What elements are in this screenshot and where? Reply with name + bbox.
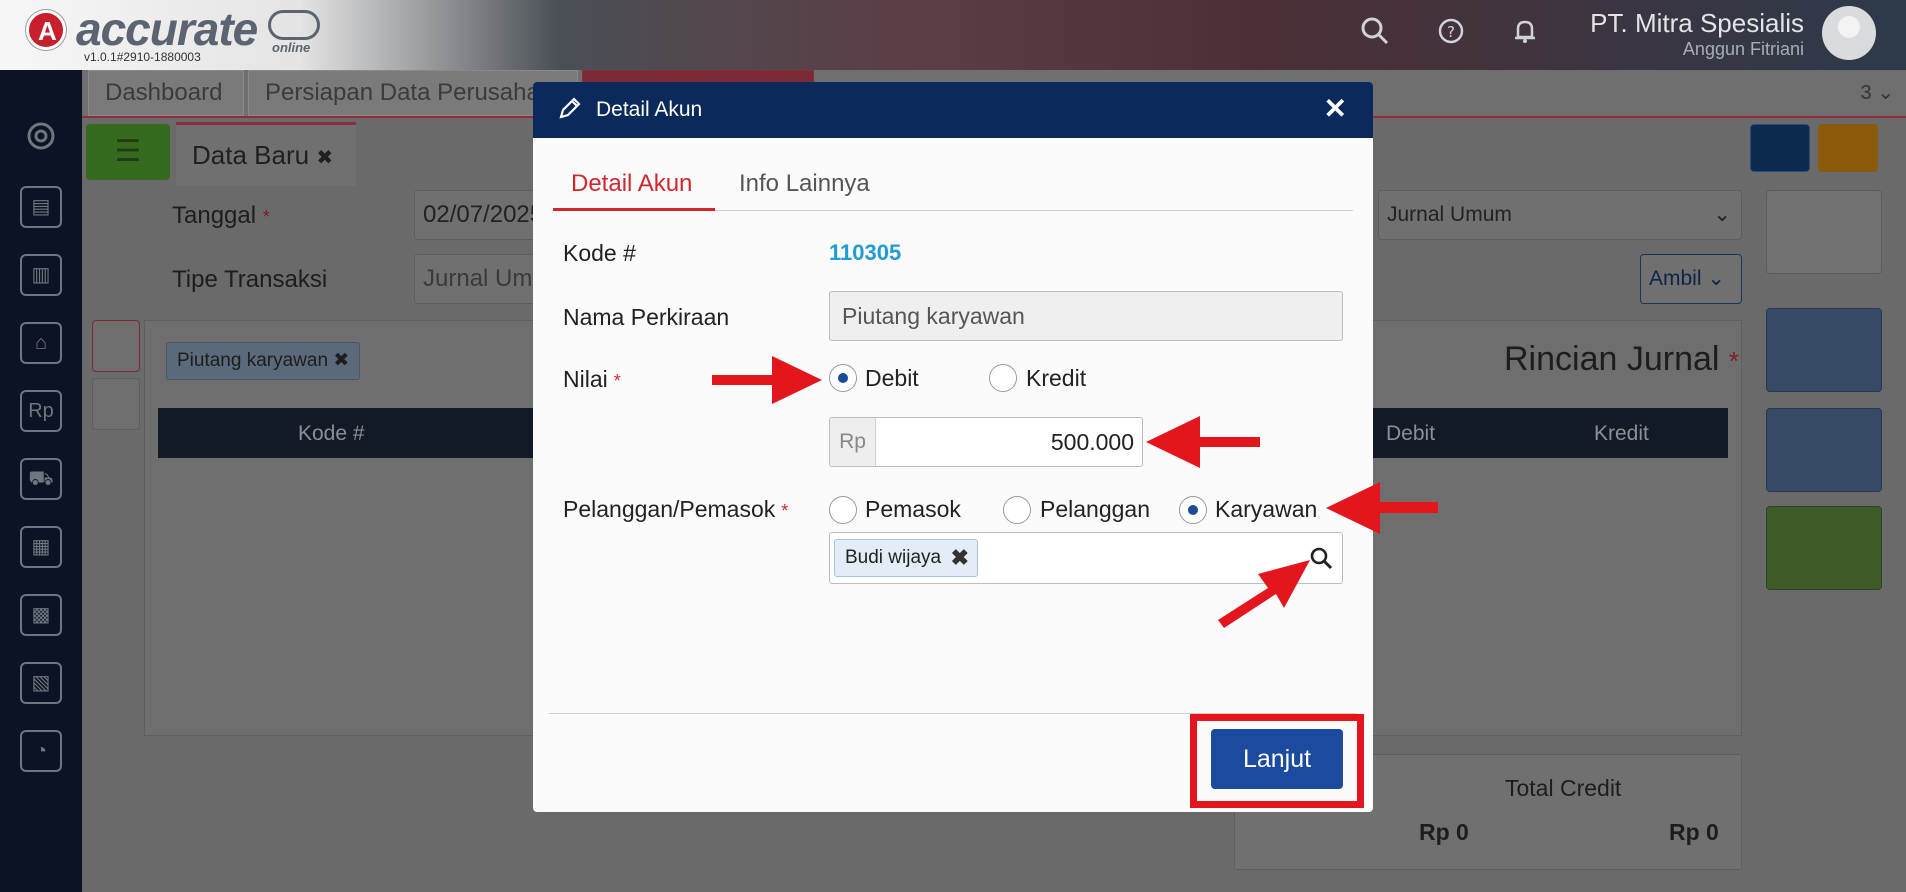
nilai-label: Nilai * [563, 366, 621, 392]
karyawan-search-field[interactable]: Budi wijaya ✖ [829, 532, 1343, 584]
total-debit-value: Rp 0 [1419, 819, 1469, 845]
attachment-button[interactable] [1766, 408, 1882, 492]
radio-debit[interactable] [829, 364, 857, 392]
settings-button[interactable] [1750, 124, 1810, 172]
amount-value[interactable]: 500.000 [1051, 418, 1134, 466]
nama-perkiraan-input[interactable]: Piutang karyawan [829, 291, 1343, 341]
tanggal-label: Tanggal * [172, 202, 270, 229]
bell-icon[interactable] [1508, 16, 1542, 50]
logo-subtitle: online [272, 40, 311, 55]
lanjut-highlight-box [1190, 714, 1364, 808]
bank-icon[interactable]: ⌂ [20, 322, 62, 364]
cloud-icon [268, 10, 320, 40]
tab-info-lainnya[interactable]: Info Lainnya [739, 170, 870, 198]
amount-field[interactable]: Rp 500.000 [829, 417, 1143, 467]
avatar[interactable] [1822, 6, 1876, 60]
more-options-button[interactable] [1766, 506, 1882, 590]
rincian-jurnal-title: Rincian Jurnal * [1504, 340, 1740, 378]
radio-debit-label: Debit [865, 365, 919, 391]
modal-header: Detail Akun ✕ [533, 82, 1373, 138]
radio-pemasok-label: Pemasok [865, 496, 961, 522]
nama-perkiraan-label: Nama Perkiraan [563, 304, 730, 330]
gear-icon[interactable] [20, 116, 62, 158]
help-icon[interactable]: ? [1434, 16, 1468, 50]
book-icon[interactable]: ▥ [20, 254, 62, 296]
document-tab-icon[interactable] [92, 320, 140, 372]
pencil-icon [557, 95, 583, 128]
tab-count[interactable]: 3 ⌄ [1861, 80, 1894, 105]
active-tab-indicator [553, 208, 715, 211]
company-name: PT. Mitra Spesialis [1590, 8, 1804, 38]
tab-persiapan-data[interactable]: Persiapan Data Perusahaan [248, 70, 578, 116]
version-text: v1.0.1#2910-1880003 [84, 50, 201, 64]
cart-icon[interactable]: ⛟ [20, 458, 62, 500]
currency-prefix: Rp [830, 418, 876, 466]
money-bag-icon[interactable]: Rp [20, 390, 62, 432]
column-kredit: Kredit [1594, 422, 1649, 445]
detail-akun-modal: Detail Akun ✕ Detail Akun Info Lainnya K… [533, 82, 1373, 812]
close-icon[interactable]: ✕ [1324, 92, 1347, 125]
account-tag: Piutang karyawan ✖ [166, 342, 361, 380]
column-kode: Kode # [298, 422, 365, 445]
tab-data-baru[interactable]: Data Baru ✖ [176, 122, 356, 186]
radio-kredit-label: Kredit [1026, 365, 1087, 391]
total-credit-label: Total Credit [1505, 775, 1622, 801]
pelanggan-pemasok-label: Pelanggan/Pemasok * [563, 496, 789, 522]
save-button[interactable] [1766, 190, 1882, 274]
kode-label: Kode # [563, 240, 636, 266]
info-tab-icon[interactable] [92, 378, 140, 430]
building-icon[interactable]: ▤ [20, 186, 62, 228]
report-icon[interactable]: ◔ [20, 730, 62, 772]
radio-karyawan[interactable] [1179, 496, 1207, 524]
list-icon[interactable]: ☰ [86, 124, 170, 180]
tab-detail-akun[interactable]: Detail Akun [571, 170, 692, 198]
sidebar: ▤ ▥ ⌂ Rp ⛟ ▦ ▩ ▧ ◔ [0, 70, 82, 892]
selected-karyawan-chip: Budi wijaya ✖ [834, 539, 979, 577]
tipe-transaksi-input[interactable]: Jurnal Umum [414, 254, 544, 304]
radio-kredit[interactable] [989, 364, 1017, 392]
company-info: PT. Mitra Spesialis Anggun Fitriani [1590, 8, 1804, 60]
accurate-logo-icon: A [26, 10, 66, 50]
jurnal-select[interactable]: Jurnal Umum ⌄ [1378, 190, 1742, 240]
tax-icon[interactable]: ▧ [20, 662, 62, 704]
search-icon[interactable] [1358, 16, 1392, 50]
radio-pemasok[interactable] [829, 496, 857, 524]
total-credit-value: Rp 0 [1669, 819, 1719, 845]
search-icon[interactable] [1308, 545, 1334, 571]
close-icon[interactable]: ✖ [316, 147, 333, 169]
radio-pelanggan[interactable] [1003, 496, 1031, 524]
tipe-transaksi-label: Tipe Transaksi [172, 266, 328, 293]
logo-text: accurate [76, 3, 258, 55]
svg-text:?: ? [1447, 23, 1455, 41]
factory-icon[interactable]: ▩ [20, 594, 62, 636]
column-debit: Debit [1386, 422, 1436, 445]
radio-pelanggan-label: Pelanggan [1040, 496, 1150, 522]
tab-dashboard[interactable]: Dashboard [88, 70, 244, 116]
user-name: Anggun Fitriani [1682, 39, 1804, 59]
top-bar: A accurate online v1.0.1#2910-1880003 ? … [0, 0, 1906, 70]
document-button[interactable] [1766, 308, 1882, 392]
chip-label: Budi wijaya [845, 547, 942, 568]
trolley-icon[interactable]: ▦ [20, 526, 62, 568]
remove-chip-icon[interactable]: ✖ [951, 540, 969, 576]
lightbulb-button[interactable] [1818, 124, 1878, 172]
ambil-button[interactable]: Ambil ⌄ [1640, 254, 1742, 304]
kode-value: 110305 [829, 240, 902, 265]
modal-title: Detail Akun [596, 98, 703, 121]
radio-karyawan-label: Karyawan [1215, 496, 1318, 522]
tanggal-input[interactable]: 02/07/2025 [414, 190, 544, 240]
